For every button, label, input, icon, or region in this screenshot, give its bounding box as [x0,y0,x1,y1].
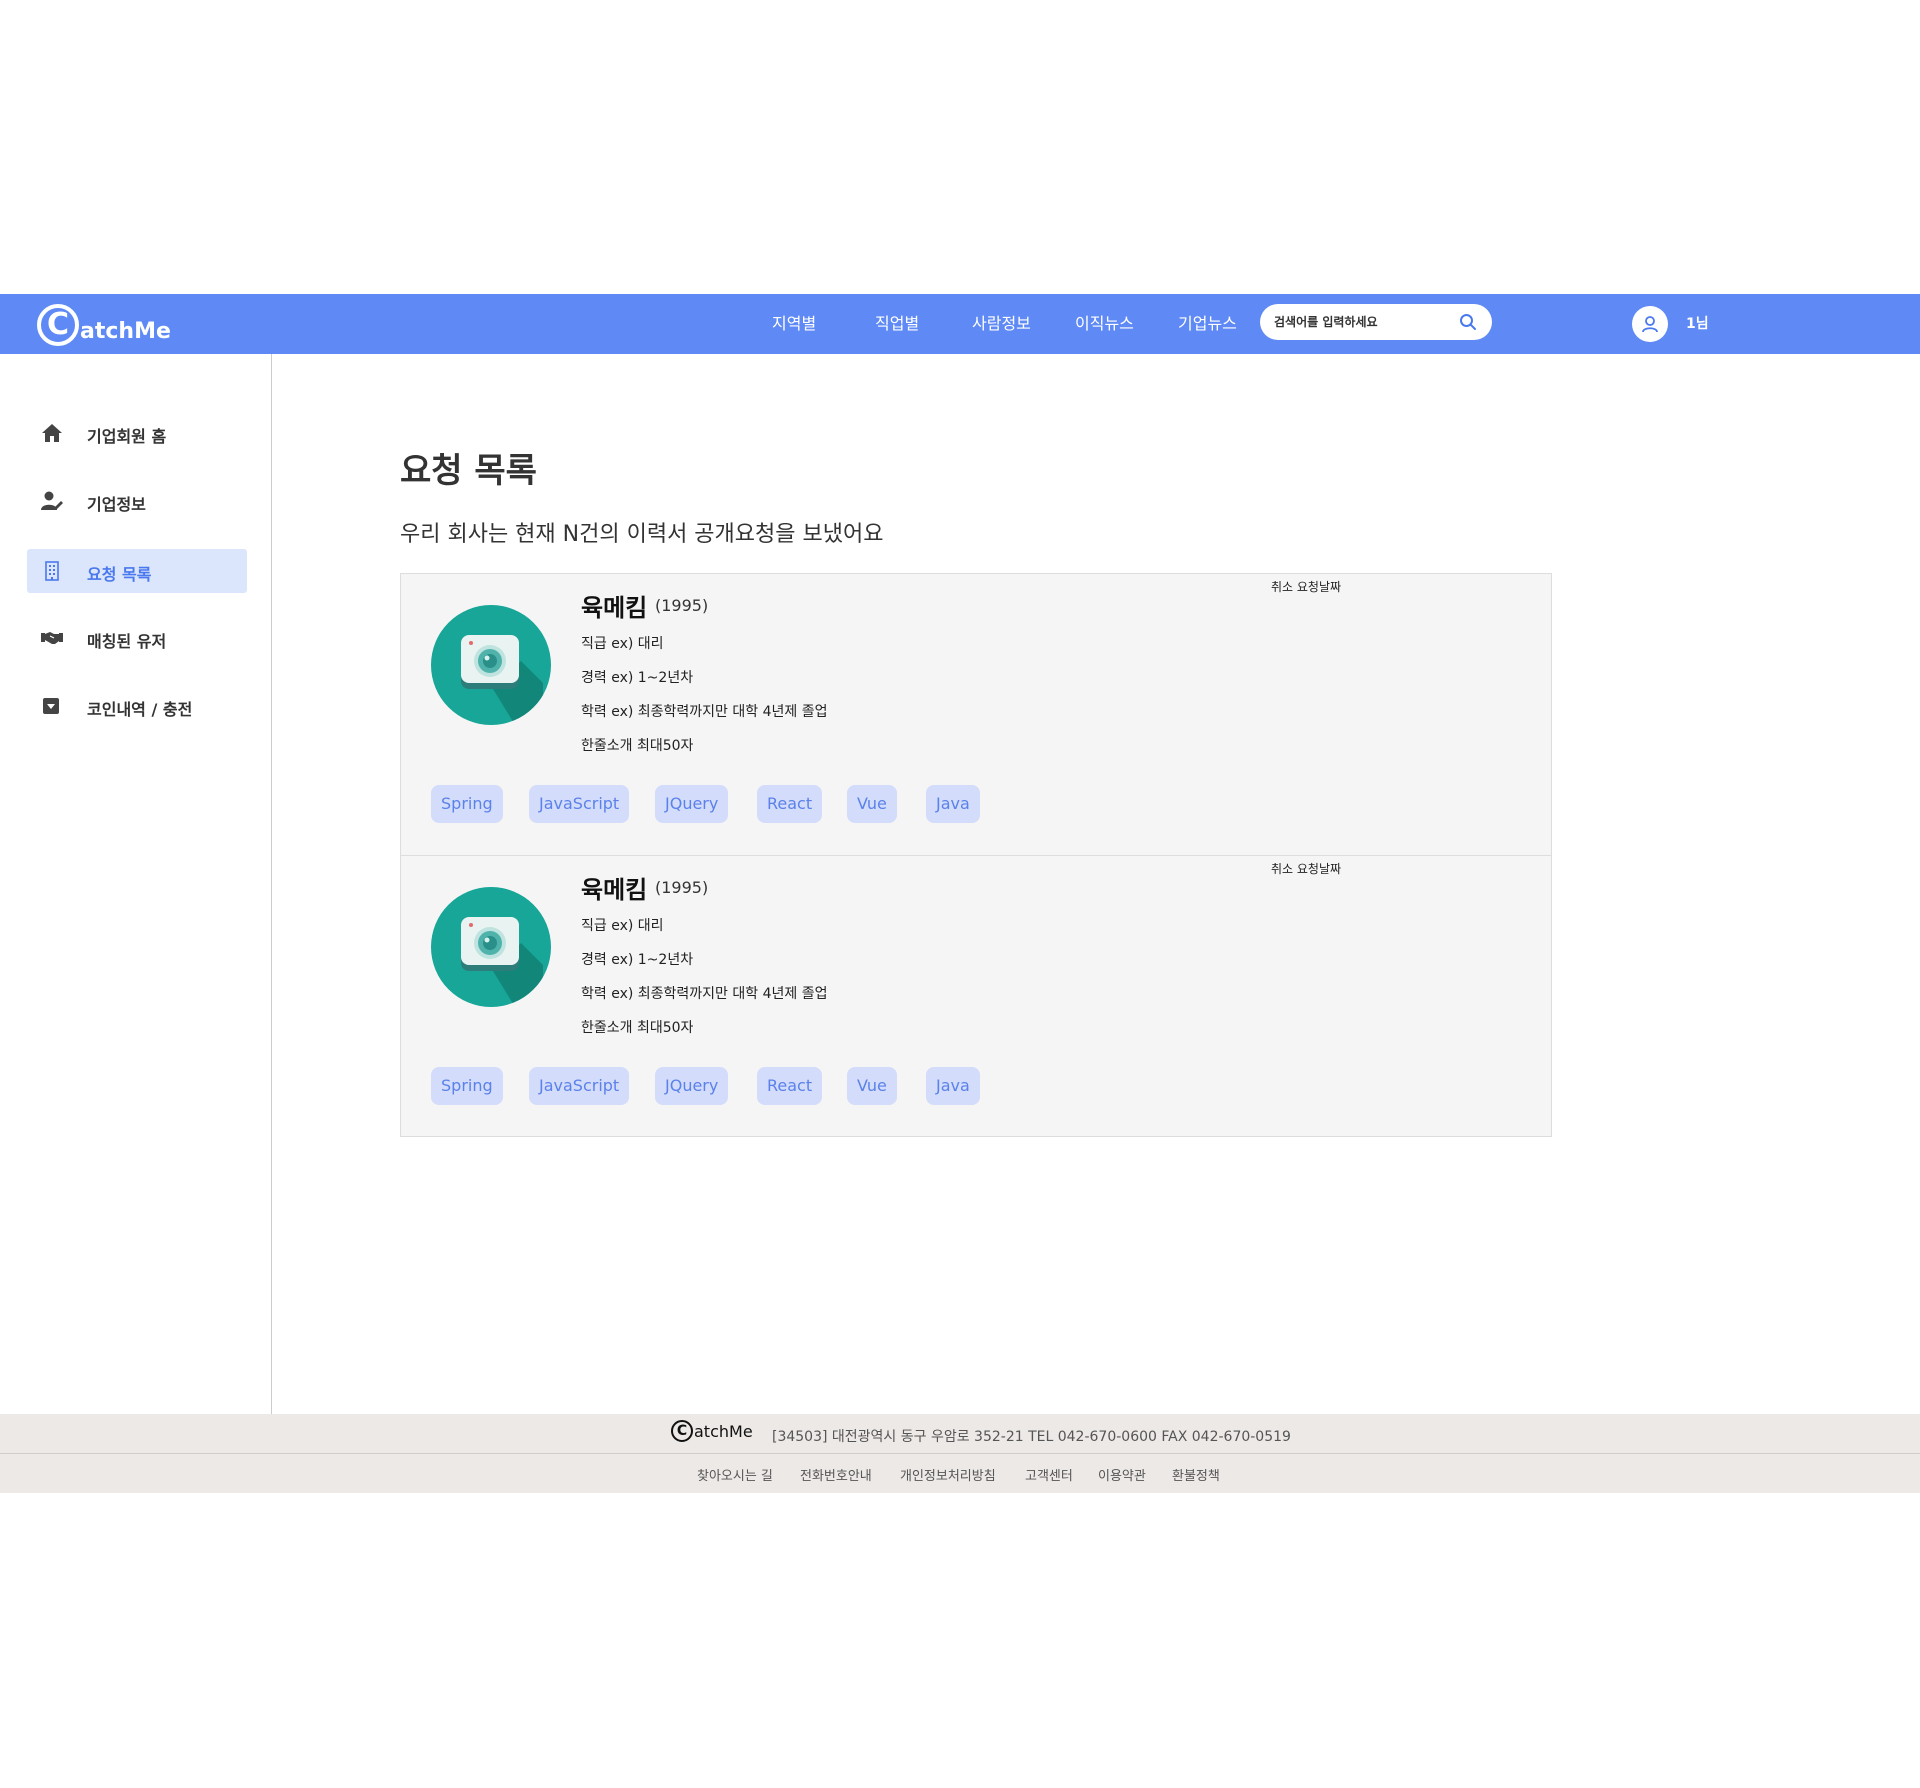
candidate-career: 경력 ex) 1~2년차 [581,952,694,968]
sidebar-item-label: 코인내역 / 충전 [87,700,193,719]
skill-tag: Spring [431,1067,503,1105]
footer-logo-text: atchMe [694,1421,753,1441]
camera-icon [461,635,543,725]
sidebar-item-coin-history[interactable]: 코인내역 / 충전 [27,684,247,728]
handshake-icon [41,632,63,644]
cancel-request-date[interactable]: 취소 요청날짜 [1271,578,1341,595]
skill-tag: React [757,1067,823,1105]
nav-company-news[interactable]: 기업뉴스 [1178,294,1237,354]
sidebar-item-matched-users[interactable]: 매칭된 유저 [27,616,247,660]
candidate-birth-year: (1995) [655,596,709,615]
home-icon [42,424,62,442]
page-title: 요청 목록 [400,451,537,491]
candidate-intro: 한줄소개 최대50자 [581,1020,694,1036]
skill-tag: Java [926,1067,980,1105]
footer-link-phone-guide[interactable]: 전화번호안내 [800,1465,872,1484]
skill-tag: Spring [431,785,503,823]
user-avatar[interactable] [1632,306,1668,342]
caret-square-down-icon [43,698,59,714]
search-icon[interactable] [1458,312,1478,332]
skill-tag: JQuery [655,1067,729,1105]
search-box [1260,304,1492,340]
sidebar-item-label: 요청 목록 [87,565,152,584]
profile-photo [431,887,551,1007]
cancel-request-date[interactable]: 취소 요청날짜 [1271,860,1341,877]
user-edit-icon [41,491,63,510]
camera-icon [461,917,543,1007]
sidebar: 기업회원 홈 기업정보 요청 목록 매칭된 유저 코인내역 / 충전 [0,354,272,1414]
footer-link-directions[interactable]: 찾아오시는 길 [697,1465,773,1484]
sidebar-item-label: 기업정보 [87,495,146,514]
footer-links-bar: 찾아오시는 길 전화번호안내 개인정보처리방침 고객센터 이용약관 환불정책 [0,1454,1920,1493]
candidate-intro: 한줄소개 최대50자 [581,738,694,754]
footer-link-customer-center[interactable]: 고객센터 [1025,1465,1073,1484]
candidate-position: 직급 ex) 대리 [581,636,664,652]
candidate-birth-year: (1995) [655,878,709,897]
skill-tag: Java [926,785,980,823]
logo-initial: C [37,304,79,346]
user-icon [1642,316,1658,333]
request-card-list: 육메킴 (1995) 직급 ex) 대리 경력 ex) 1~2년차 학력 ex)… [400,573,1552,1137]
candidate-education: 학력 ex) 최종학력까지만 대학 4년제 졸업 [581,986,828,1002]
candidate-name[interactable]: 육메킴 [581,588,647,623]
candidate-position: 직급 ex) 대리 [581,918,664,934]
skill-tag: Vue [847,785,897,823]
nav-by-job[interactable]: 직업별 [875,294,919,354]
user-name[interactable]: 1님 [1686,294,1709,354]
footer-link-refund-policy[interactable]: 환불정책 [1172,1465,1220,1484]
search-input[interactable] [1274,312,1454,332]
request-card[interactable]: 육메킴 (1995) 직급 ex) 대리 경력 ex) 1~2년차 학력 ex)… [401,855,1551,1136]
candidate-name[interactable]: 육메킴 [581,870,647,905]
nav-by-region[interactable]: 지역별 [772,294,816,354]
footer-link-terms[interactable]: 이용약관 [1098,1465,1146,1484]
top-navigation-bar: C atchMe 지역별 직업별 사람정보 이직뉴스 기업뉴스 1님 [0,294,1920,354]
logo-text: atchMe [80,319,171,344]
skill-tag: JavaScript [529,785,630,823]
profile-photo [431,605,551,725]
request-card[interactable]: 육메킴 (1995) 직급 ex) 대리 경력 ex) 1~2년차 학력 ex)… [401,574,1551,855]
page-subtitle: 우리 회사는 현재 N건의 이력서 공개요청을 보냈어요 [400,522,884,547]
sidebar-item-company-home[interactable]: 기업회원 홈 [27,411,247,455]
footer-link-privacy-policy[interactable]: 개인정보처리방침 [900,1465,996,1484]
building-icon [45,561,59,581]
sidebar-item-request-list[interactable]: 요청 목록 [27,549,247,593]
sidebar-item-company-info[interactable]: 기업정보 [27,479,247,523]
skill-tag: JQuery [655,785,729,823]
footer-address: [34503] 대전광역시 동구 우암로 352-21 TEL 042-670-… [772,1429,1291,1445]
footer-logo-initial: C [671,1420,693,1442]
catchme-logo[interactable]: C atchMe [37,302,171,346]
footer-info-bar: C atchMe [34503] 대전광역시 동구 우암로 352-21 TEL… [0,1414,1920,1454]
sidebar-item-label: 매칭된 유저 [87,632,167,651]
footer-logo[interactable]: C atchMe [671,1420,753,1442]
skill-tag: React [757,785,823,823]
skill-tag: JavaScript [529,1067,630,1105]
candidate-career: 경력 ex) 1~2년차 [581,670,694,686]
nav-job-change-news[interactable]: 이직뉴스 [1075,294,1134,354]
skill-tag: Vue [847,1067,897,1105]
candidate-education: 학력 ex) 최종학력까지만 대학 4년제 졸업 [581,704,828,720]
sidebar-item-label: 기업회원 홈 [87,427,167,446]
nav-people-info[interactable]: 사람정보 [972,294,1031,354]
